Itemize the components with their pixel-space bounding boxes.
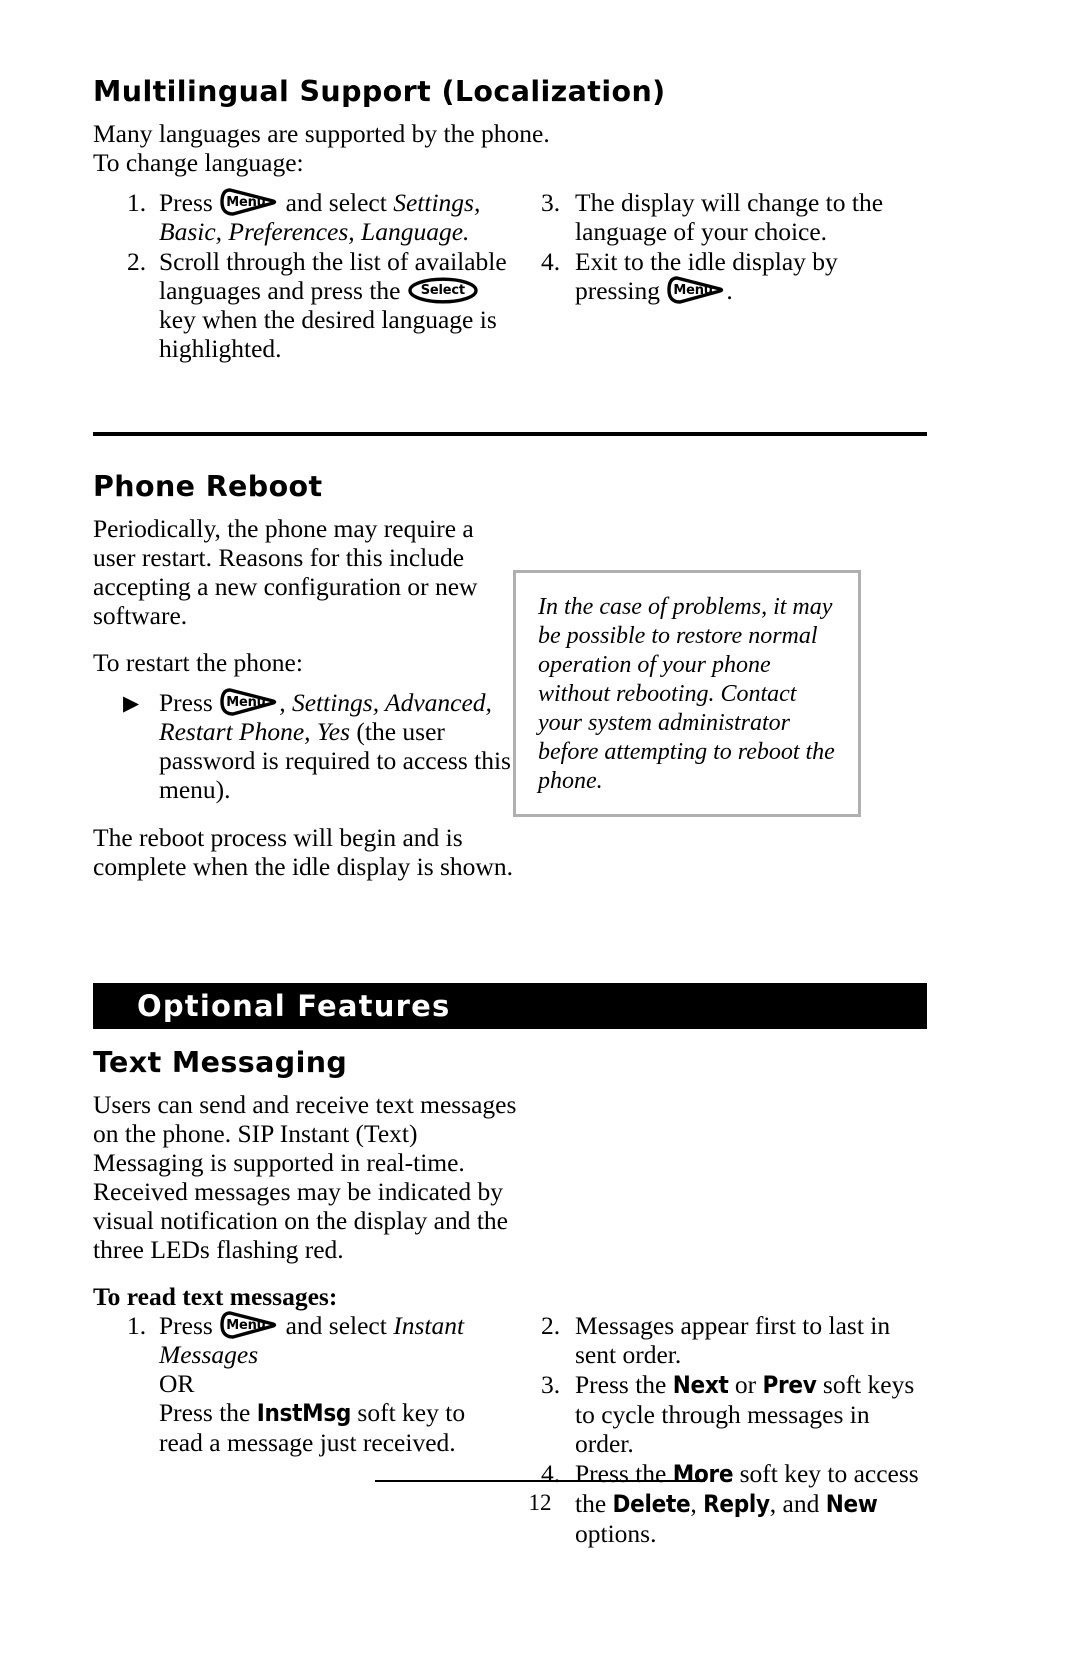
menu-key-icon: Menu	[666, 276, 726, 304]
step-text: Exit to the idle display by pressing Men…	[575, 247, 838, 305]
step-post-text: key when the desired language is highlig…	[159, 305, 497, 363]
to-read-text-messages-subheading: To read text messages:	[93, 1282, 338, 1311]
step-mid-text: and select	[285, 188, 387, 217]
menu-key-icon: Menu	[219, 1311, 279, 1339]
note-box: In the case of problems, it may be possi…	[513, 570, 861, 817]
list-item: 3. Press the Next or Prev soft keys to c…	[513, 1370, 927, 1458]
banner-title: Optional Features	[137, 989, 451, 1023]
list-item: 1. Press Menu and select Instant Message…	[93, 1311, 513, 1457]
heading-multilingual-support: Multilingual Support (Localization)	[93, 75, 666, 108]
footer-rule	[375, 1480, 705, 1482]
step-text: Scroll through the list of available lan…	[159, 247, 507, 363]
step-text: Messages appear first to last in sent or…	[575, 1311, 891, 1369]
page-number: 12	[528, 1490, 552, 1515]
step-post-text: .	[726, 276, 733, 305]
arrow-right-icon: ▶	[123, 691, 140, 715]
step-mid-text: and select	[285, 1311, 387, 1340]
list-item: 1. Press Menu and select Settings, Basic…	[93, 188, 513, 246]
list-marker: 1.	[127, 188, 147, 217]
phone-reboot-paragraph-2: To restart the phone:	[93, 648, 303, 677]
phone-reboot-right: In the case of problems, it may be possi…	[513, 514, 927, 881]
select-key-icon: Select	[407, 277, 479, 304]
menu-key-icon: Menu	[219, 688, 279, 716]
manual-page: Multilingual Support (Localization) Many…	[0, 0, 1080, 1669]
prev-soft-key-label: Prev	[762, 1371, 817, 1399]
multilingual-steps-left: 1. Press Menu and select Settings, Basic…	[93, 188, 513, 364]
page-content: Multilingual Support (Localization) Many…	[93, 76, 927, 1549]
list-item: ▶ Press Menu , Settings, Advanced, Resta…	[93, 688, 513, 804]
step-pre-text: Press	[159, 188, 213, 217]
step-post-text: options.	[575, 1519, 657, 1548]
step-text: Press Menu and select Instant Messages O…	[159, 1311, 465, 1457]
next-soft-key-label: Next	[672, 1371, 729, 1399]
step-text: Press the Next or Prev soft keys to cycl…	[575, 1370, 914, 1458]
heading-phone-reboot: Phone Reboot	[93, 470, 323, 503]
menu-key-icon: Menu	[219, 188, 279, 216]
step-pre-text: Press	[159, 1311, 213, 1340]
list-item: 2. Scroll through the list of available …	[93, 247, 513, 363]
note-box-text: In the case of problems, it may be possi…	[538, 594, 835, 794]
step-text: Press Menu , Settings, Advanced, Restart…	[159, 688, 511, 804]
step-text: Press Menu and select Settings, Basic, P…	[159, 188, 480, 246]
phone-reboot-paragraph-1: Periodically, the phone may require a us…	[93, 514, 478, 630]
step-or-text: OR	[159, 1369, 195, 1398]
step-pre-text: Press the	[575, 1370, 667, 1399]
text-messaging-left-list: 1. Press Menu and select Instant Message…	[93, 1311, 513, 1457]
list-item: 2. Messages appear first to last in sent…	[513, 1311, 927, 1369]
list-item: 3. The display will change to the langua…	[513, 188, 927, 246]
heading-text-messaging: Text Messaging	[93, 1046, 348, 1079]
multilingual-intro-paragraph: Many languages are supported by the phon…	[93, 119, 550, 177]
list-marker: 3.	[541, 1370, 561, 1399]
multilingual-steps-right: 3. The display will change to the langua…	[513, 188, 927, 364]
step-text: The display will change to the language …	[575, 188, 884, 246]
list-marker: 2.	[127, 247, 147, 276]
phone-reboot-paragraph-3: The reboot process will begin and is com…	[93, 823, 513, 881]
text-messaging-paragraph: Users can send and receive text messages…	[93, 1090, 517, 1264]
multilingual-steps-columns: 1. Press Menu and select Settings, Basic…	[93, 188, 927, 364]
multilingual-right-list: 3. The display will change to the langua…	[513, 188, 927, 305]
page-footer: 12	[0, 1480, 1080, 1516]
step-alt-pre-text: Press the	[159, 1398, 251, 1427]
list-item: 4. Exit to the idle display by pressing …	[513, 247, 927, 305]
list-marker: 4.	[541, 247, 561, 276]
step-pre-text: Press	[159, 688, 213, 717]
optional-features-banner: Optional Features	[93, 983, 927, 1029]
step-mid-text: or	[734, 1370, 757, 1399]
multilingual-left-list: 1. Press Menu and select Settings, Basic…	[93, 188, 513, 363]
phone-reboot-columns: Periodically, the phone may require a us…	[93, 514, 927, 881]
instmsg-soft-key-label: InstMsg	[256, 1399, 352, 1427]
list-marker: 1.	[127, 1311, 147, 1340]
list-marker: 3.	[541, 188, 561, 217]
phone-reboot-bullet-list: ▶ Press Menu , Settings, Advanced, Resta…	[93, 688, 513, 804]
phone-reboot-left: Periodically, the phone may require a us…	[93, 514, 513, 881]
list-marker: 2.	[541, 1311, 561, 1340]
